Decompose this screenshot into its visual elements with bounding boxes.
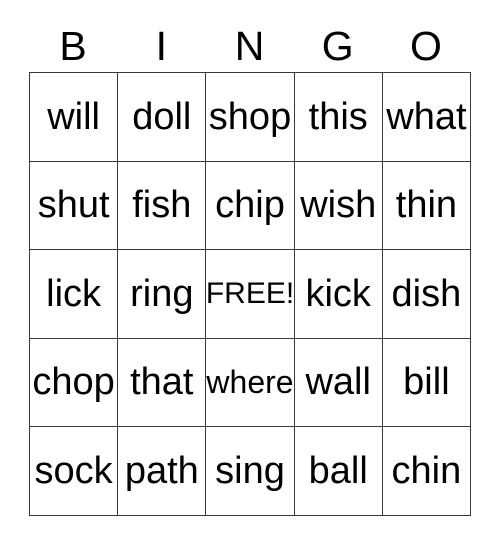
bingo-cell-b2[interactable]: shut <box>30 161 119 250</box>
bingo-cell-o5[interactable]: chin <box>382 427 472 516</box>
bingo-header-row: B I N G O <box>29 20 470 72</box>
bingo-cell-n2[interactable]: chip <box>206 161 295 250</box>
bingo-cell-label: dish <box>391 272 462 315</box>
bingo-cell-label: will <box>47 95 100 138</box>
bingo-cell-label: chop <box>32 361 115 404</box>
bingo-cell-label: what <box>386 95 467 138</box>
bingo-cell-label: lick <box>46 272 102 315</box>
bingo-cell-g1[interactable]: this <box>294 73 383 162</box>
bingo-cell-i5[interactable]: path <box>118 427 207 516</box>
bingo-row-2: shut fish chip wish thin <box>30 161 472 250</box>
bingo-cell-label: doll <box>132 95 192 138</box>
bingo-cell-label: sock <box>34 449 113 492</box>
bingo-header-letter-i: I <box>155 23 167 69</box>
bingo-cell-b5[interactable]: sock <box>30 427 119 516</box>
bingo-cell-n5[interactable]: sing <box>206 427 295 516</box>
bingo-row-4: chop that where wall bill <box>30 338 472 427</box>
bingo-cell-label: path <box>124 449 199 492</box>
bingo-cell-g2[interactable]: wish <box>294 161 383 250</box>
bingo-cell-b3[interactable]: lick <box>30 250 119 339</box>
bingo-cell-g4[interactable]: wall <box>294 338 383 427</box>
bingo-cell-label: chin <box>391 449 462 492</box>
bingo-cell-label: where <box>206 364 294 401</box>
bingo-cell-i1[interactable]: doll <box>118 73 207 162</box>
bingo-cell-label: fish <box>132 184 192 227</box>
bingo-free-label: FREE! <box>206 276 295 310</box>
bingo-cell-o4[interactable]: bill <box>382 338 472 427</box>
bingo-cell-label: sing <box>215 449 285 492</box>
bingo-header-letter-b: B <box>59 23 87 69</box>
bingo-cell-label: wish <box>300 184 377 227</box>
bingo-cell-label: kick <box>305 272 371 315</box>
bingo-row-1: will doll shop this what <box>30 73 472 162</box>
bingo-cell-i4[interactable]: that <box>118 338 207 427</box>
bingo-cell-label: wall <box>305 361 371 404</box>
bingo-row-5: sock path sing ball chin <box>30 427 472 516</box>
bingo-cell-n1[interactable]: shop <box>206 73 295 162</box>
bingo-header-letter-g: G <box>321 23 354 69</box>
bingo-cell-g3[interactable]: kick <box>294 250 383 339</box>
bingo-cell-label: ring <box>130 272 194 315</box>
bingo-grid: will doll shop this what shut fish chip … <box>29 72 472 516</box>
bingo-cell-o1[interactable]: what <box>382 73 472 162</box>
bingo-cell-i3[interactable]: ring <box>118 250 207 339</box>
bingo-cell-g5[interactable]: ball <box>294 427 383 516</box>
bingo-cell-label: shut <box>37 184 110 227</box>
bingo-card: B I N G O will doll shop this what shut … <box>29 20 472 516</box>
bingo-cell-label: shop <box>208 95 292 138</box>
bingo-cell-label: chip <box>215 184 285 227</box>
bingo-cell-o3[interactable]: dish <box>382 250 472 339</box>
bingo-row-3: lick ring FREE! kick dish <box>30 250 472 339</box>
bingo-header-letter-o: O <box>409 23 442 69</box>
bingo-header-letter-n: N <box>234 23 265 69</box>
bingo-cell-label: that <box>130 361 194 404</box>
bingo-cell-free-space[interactable]: FREE! <box>206 250 295 339</box>
bingo-cell-label: thin <box>395 184 458 227</box>
bingo-cell-i2[interactable]: fish <box>118 161 207 250</box>
bingo-cell-b4[interactable]: chop <box>30 338 119 427</box>
bingo-cell-n4[interactable]: where <box>206 338 295 427</box>
bingo-cell-label: bill <box>403 361 450 404</box>
bingo-cell-label: this <box>308 95 368 138</box>
bingo-cell-b1[interactable]: will <box>30 73 119 162</box>
bingo-cell-label: ball <box>308 449 368 492</box>
bingo-cell-o2[interactable]: thin <box>382 161 472 250</box>
